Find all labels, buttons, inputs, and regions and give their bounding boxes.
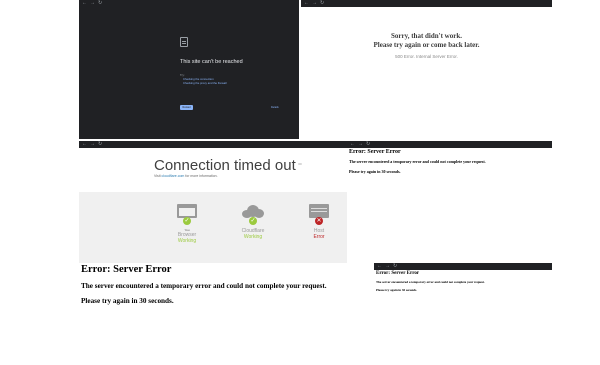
details-button[interactable]: Details [271, 106, 279, 109]
forward-icon[interactable]: → [312, 1, 317, 6]
reload-icon[interactable]: ↻ [98, 142, 102, 147]
reload-icon[interactable]: ↻ [393, 264, 397, 269]
x-icon: ✕ [315, 217, 323, 225]
cloudflare-node: ✓ Cloudflare Working [233, 204, 273, 240]
browser-toolbar: ← → ↻ [79, 141, 347, 148]
document-icon [180, 37, 188, 47]
reload-button[interactable]: Reload [180, 105, 193, 110]
reload-icon[interactable]: ↻ [98, 1, 102, 6]
browser-toolbar: ← → ↻ [79, 0, 299, 7]
forward-icon[interactable]: → [90, 142, 95, 147]
try-again-heading: Please try again or come back later. [373, 41, 480, 49]
error-code-badge [298, 163, 302, 165]
cloudflare-panel: ← → ↻ Connection timed out Visit cloudfl… [79, 141, 347, 263]
browser-toolbar: ← → ↻ [347, 141, 552, 148]
retry-text: Please try again in 30 seconds. [349, 169, 401, 174]
host-node: ✕ Host Error [299, 204, 339, 240]
back-icon[interactable]: ← [377, 264, 382, 269]
back-icon[interactable]: ← [82, 142, 87, 147]
back-icon[interactable]: ← [350, 142, 355, 147]
node-status: Working [243, 234, 263, 240]
error-code-text: 500 Error. Internal Server Error. [395, 54, 458, 59]
visit-suffix: for more information. [185, 174, 218, 178]
error-title: Error: Server Error [81, 264, 172, 275]
sorry-panel: ← → ↻ Sorry, that didn't work. Please tr… [301, 0, 552, 139]
visit-line: Visit cloudflare.com for more informatio… [154, 174, 218, 178]
sorry-heading: Sorry, that didn't work. [391, 32, 462, 40]
server-error-panel-tiny: ← → ↻ Error: Server Error The server enc… [374, 263, 552, 365]
check-proxy-link[interactable]: Checking the proxy and the firewall [183, 81, 227, 85]
browser-toolbar: ← → ↻ [374, 263, 552, 270]
error-title: This site can’t be reached [180, 59, 243, 65]
reload-icon[interactable]: ↻ [320, 1, 324, 6]
check-icon: ✓ [183, 217, 191, 225]
server-icon [309, 204, 329, 218]
reload-icon[interactable]: ↻ [366, 142, 370, 147]
chrome-error-panel: ← → ↻ This site can’t be reached Try: Ch… [79, 0, 299, 139]
back-icon[interactable]: ← [304, 1, 309, 6]
chrome-error-body: This site can’t be reached Try: Checking… [79, 7, 299, 139]
visit-prefix: Visit [154, 174, 161, 178]
forward-icon[interactable]: → [358, 142, 363, 147]
browser-toolbar: ← → ↻ [301, 0, 552, 7]
retry-text: Please try again in 30 seconds. [81, 297, 174, 305]
cloudflare-title: Connection timed out [154, 157, 296, 174]
server-error-panel-large: Error: Server Error The server encounter… [79, 263, 375, 365]
error-title: Error: Server Error [349, 149, 401, 155]
status-diagram: ✓ You Browser Working ✓ Cloudflare Worki… [79, 192, 347, 263]
back-icon[interactable]: ← [82, 1, 87, 6]
check-icon: ✓ [249, 217, 257, 225]
browser-node: ✓ You Browser Working [167, 204, 207, 244]
node-status: Error [313, 234, 325, 240]
node-status: Working [177, 238, 197, 244]
error-text: The server encountered a temporary error… [376, 280, 485, 284]
error-title: Error: Server Error [376, 271, 420, 276]
server-error-panel-small: ← → ↻ Error: Server Error The server enc… [347, 141, 552, 261]
error-text: The server encountered a temporary error… [81, 282, 327, 290]
retry-text: Please try again in 30 seconds. [376, 288, 418, 292]
forward-icon[interactable]: → [385, 264, 390, 269]
forward-icon[interactable]: → [90, 1, 95, 6]
cloudflare-link[interactable]: cloudflare.com [162, 174, 185, 178]
cloud-icon [242, 204, 264, 218]
error-text: The server encountered a temporary error… [349, 159, 486, 164]
browser-icon [177, 204, 197, 218]
